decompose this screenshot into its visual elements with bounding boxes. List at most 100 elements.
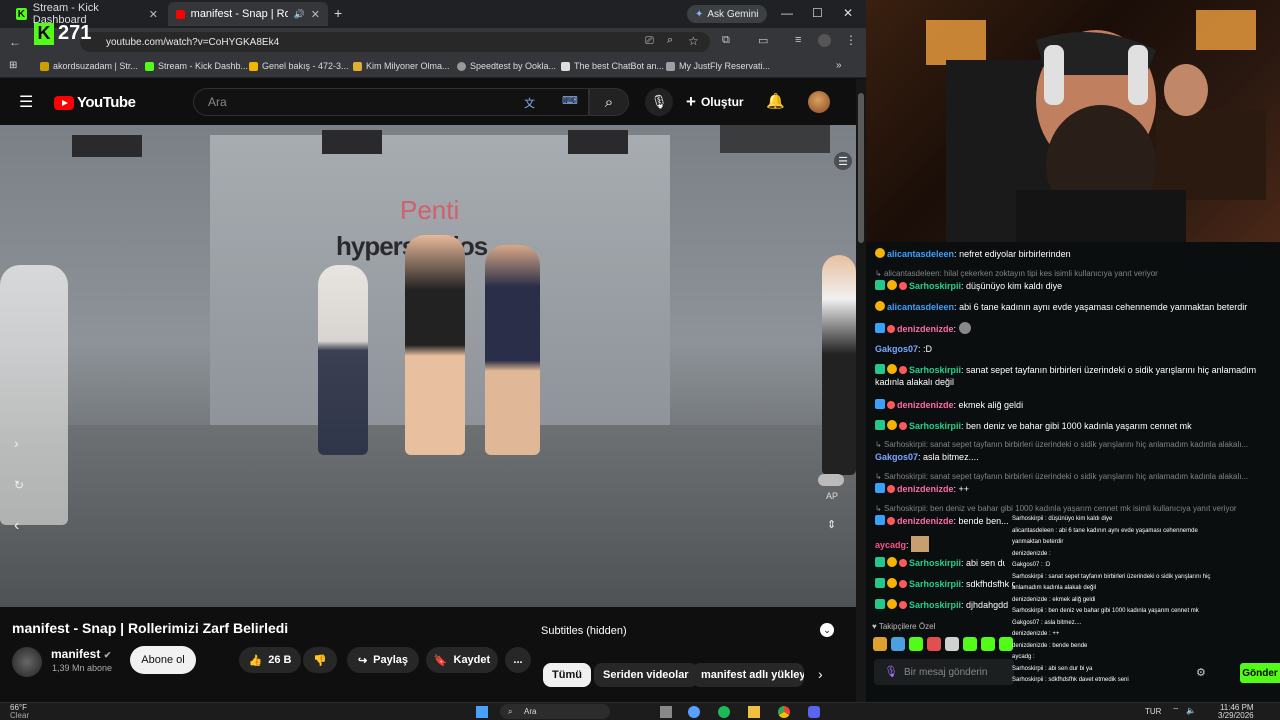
avatar[interactable] bbox=[808, 91, 830, 113]
maximize-icon[interactable]: ☐ bbox=[812, 6, 823, 20]
more-actions-button[interactable]: ... bbox=[505, 647, 531, 673]
spotify-icon[interactable] bbox=[718, 706, 730, 718]
search-input[interactable]: Ara 文 ⌨ bbox=[193, 88, 589, 116]
replay-icon[interactable]: ↻ bbox=[14, 478, 24, 492]
sidebar-icon[interactable]: ▭ bbox=[758, 34, 768, 47]
next-arrow-icon[interactable]: › bbox=[14, 435, 19, 451]
chat-username[interactable]: aycadg bbox=[875, 540, 906, 550]
discord-icon[interactable] bbox=[808, 706, 820, 718]
bookmark-item[interactable]: Genel bakış - 472-3... bbox=[249, 61, 349, 71]
save-button[interactable]: 🔖 Kaydet bbox=[426, 647, 498, 673]
chevron-down-icon[interactable]: ⌄ bbox=[820, 623, 834, 637]
close-icon[interactable]: ✕ bbox=[311, 8, 320, 21]
emote-icon[interactable] bbox=[945, 637, 959, 651]
create-button[interactable]: + Oluştur bbox=[686, 90, 744, 114]
bookmark-item[interactable]: Kim Milyoner Olma... bbox=[353, 61, 450, 71]
bookmark-item[interactable]: Speedtest by Ookla... bbox=[457, 61, 556, 71]
channel-name[interactable]: manifest ✔ bbox=[51, 647, 111, 661]
file-explorer-icon[interactable] bbox=[748, 706, 760, 718]
chat-username[interactable]: Gakgos07 bbox=[875, 344, 918, 354]
chat-username[interactable]: Sarhoskirpii bbox=[909, 281, 961, 291]
playlist-menu-icon[interactable]: ☰ bbox=[834, 152, 852, 170]
chrome-icon[interactable] bbox=[778, 706, 790, 718]
wifi-icon[interactable]: ⌔ bbox=[1172, 706, 1180, 716]
youtube-logo[interactable]: YouTube bbox=[54, 94, 136, 111]
cast-icon[interactable]: ⎚ bbox=[645, 35, 654, 48]
chevron-right-icon[interactable]: › bbox=[818, 666, 823, 682]
menu-dots-icon[interactable]: ⋮ bbox=[845, 33, 857, 47]
chat-username[interactable]: Sarhoskirpii bbox=[909, 421, 961, 431]
chat-username[interactable]: denizdenizde bbox=[897, 324, 954, 334]
chat-username[interactable]: Sarhoskirpii bbox=[909, 558, 961, 568]
audio-icon[interactable]: 🔊 bbox=[294, 9, 305, 20]
chip-series-videos[interactable]: Seriden videolar bbox=[594, 663, 698, 687]
ask-gemini-button[interactable]: ✦ Ask Gemini bbox=[687, 5, 767, 23]
bookmark-star-icon[interactable]: ☆ bbox=[688, 34, 699, 48]
video-player[interactable]: Penti hyperstudios ☰ › ↻ ‹ AP ⇕ bbox=[0, 125, 856, 607]
tab-youtube-video[interactable]: manifest - Snap | Rollerimiz 🔊 ✕ bbox=[168, 2, 328, 26]
apps-grid-icon[interactable]: ⊞ bbox=[9, 60, 17, 71]
chat-username[interactable]: denizdenizde bbox=[897, 516, 954, 526]
bookmarks-overflow-icon[interactable]: » bbox=[836, 60, 842, 71]
extensions-icon[interactable]: ⧉ bbox=[722, 34, 730, 47]
window-close-icon[interactable]: ✕ bbox=[843, 6, 853, 20]
close-icon[interactable]: ✕ bbox=[149, 8, 158, 21]
chat-username[interactable]: Gakgos07 bbox=[875, 452, 918, 462]
hamburger-menu-icon[interactable]: ☰ bbox=[19, 92, 33, 112]
chat-username[interactable]: denizdenizde bbox=[897, 400, 954, 410]
weather-widget[interactable]: 66°F Clear bbox=[10, 704, 29, 720]
share-button[interactable]: ↪ Paylaş bbox=[347, 647, 419, 673]
chat-username[interactable]: Sarhoskirpii bbox=[909, 365, 961, 375]
emote-icon[interactable] bbox=[873, 637, 887, 651]
emote-icon[interactable] bbox=[891, 637, 905, 651]
bookmark-item[interactable]: akordsuzadam | Str... bbox=[40, 61, 138, 71]
emote-icon[interactable] bbox=[999, 637, 1013, 651]
autoplay-toggle[interactable] bbox=[818, 474, 844, 486]
voice-search-button[interactable]: 🎙 bbox=[645, 88, 673, 116]
chat-username[interactable]: denizdenizde bbox=[897, 484, 954, 494]
bookmark-item[interactable]: Stream - Kick Dashb... bbox=[145, 61, 248, 71]
chat-username[interactable]: alicantasdeleen bbox=[887, 302, 954, 312]
search-button[interactable]: ⌕ bbox=[589, 88, 629, 116]
chat-username[interactable]: alicantasdeleen bbox=[887, 249, 954, 259]
clock[interactable]: 11:46 PM 3/29/2026 bbox=[1218, 704, 1254, 720]
new-tab-button[interactable]: + bbox=[334, 5, 342, 21]
task-view-icon[interactable] bbox=[660, 706, 672, 718]
chat-message-input[interactable]: 🎙 Bir mesaj gönderin bbox=[874, 659, 1014, 685]
emote-icon[interactable] bbox=[981, 637, 995, 651]
back-icon[interactable]: ← bbox=[9, 35, 21, 49]
emote-icon[interactable] bbox=[927, 637, 941, 651]
windows-start-icon[interactable] bbox=[476, 706, 488, 718]
like-button[interactable]: 👍 26 B bbox=[239, 647, 301, 673]
previous-arrow-icon[interactable]: ‹ bbox=[14, 517, 19, 535]
zoom-icon[interactable]: ⌕ bbox=[667, 34, 673, 47]
taskbar-search[interactable]: ⌕ Ara bbox=[500, 704, 610, 719]
minimize-icon[interactable]: — bbox=[781, 6, 793, 20]
media-icon[interactable]: ≡ bbox=[795, 34, 801, 46]
chip-all[interactable]: Tümü bbox=[543, 663, 591, 687]
keyboard-icon[interactable]: ⌨ bbox=[562, 94, 578, 107]
bookmark-item[interactable]: My JustFly Reservati... bbox=[666, 61, 770, 71]
volume-icon[interactable]: 🔈 bbox=[1186, 706, 1196, 715]
expand-icon[interactable]: ⇕ bbox=[827, 518, 836, 531]
translate-icon[interactable]: 文 bbox=[524, 95, 535, 111]
chat-text: :D bbox=[923, 344, 933, 354]
chat-username[interactable]: Sarhoskirpii bbox=[909, 600, 961, 610]
microphone-icon[interactable]: 🎙 bbox=[884, 665, 898, 678]
scrollbar-thumb[interactable] bbox=[858, 93, 864, 243]
edge-icon[interactable] bbox=[688, 706, 700, 718]
chat-username[interactable]: Sarhoskirpii bbox=[909, 579, 961, 589]
language-indicator[interactable]: TUR bbox=[1145, 707, 1161, 716]
dislike-button[interactable]: 👎 bbox=[303, 647, 337, 673]
subscribe-button[interactable]: Abone ol bbox=[130, 646, 196, 674]
channel-avatar[interactable] bbox=[12, 647, 42, 677]
chip-uploader-videos[interactable]: manifest adlı yükleyi bbox=[692, 663, 804, 687]
profile-icon[interactable] bbox=[818, 34, 831, 47]
emote-icon[interactable] bbox=[909, 637, 923, 651]
emote-icon[interactable] bbox=[963, 637, 977, 651]
url-field[interactable]: youtube.com/watch?v=CoHYGKA8Ek4 bbox=[80, 32, 710, 52]
subtitles-panel[interactable]: Subtitles (hidden) ⌄ bbox=[541, 623, 841, 637]
notifications-bell-icon[interactable]: 🔔 bbox=[766, 92, 785, 110]
scrollbar[interactable] bbox=[856, 79, 866, 702]
bookmark-item[interactable]: The best ChatBot an... bbox=[561, 61, 664, 71]
